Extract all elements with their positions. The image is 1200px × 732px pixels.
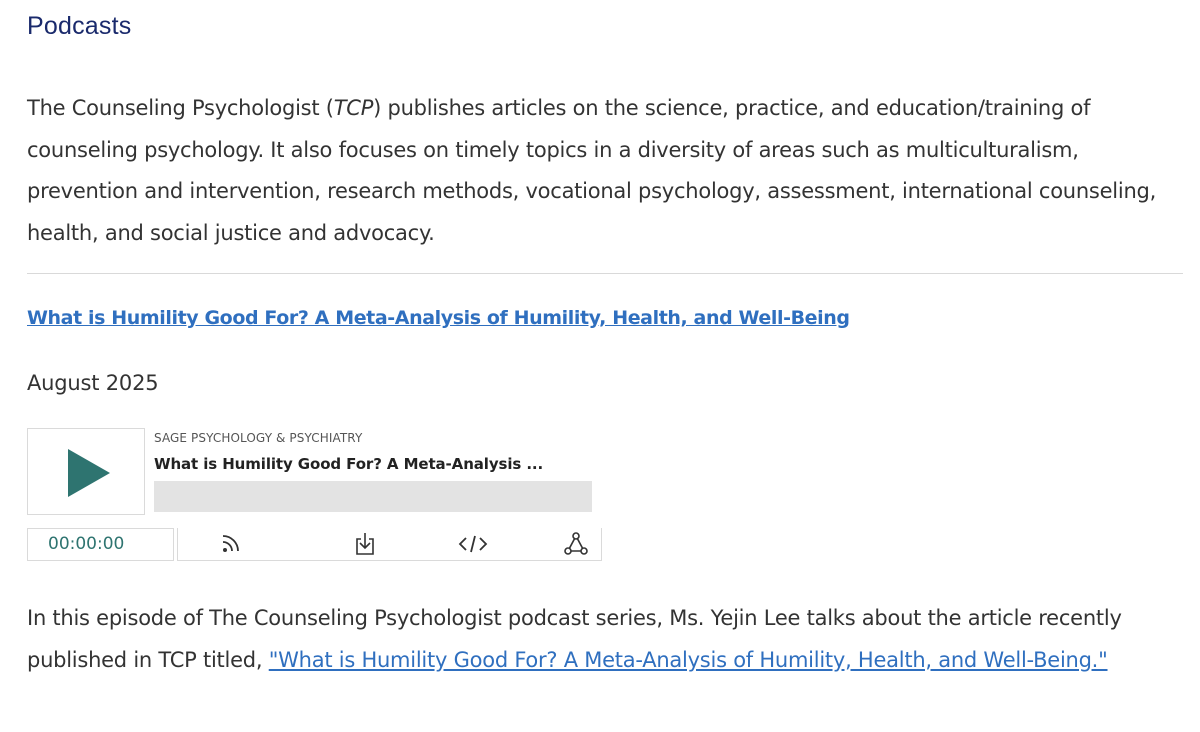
embed-code-icon: [458, 535, 488, 553]
description-article-link[interactable]: "What is Humility Good For? A Meta-Analy…: [269, 648, 1108, 672]
player-current-time: 00:00:00: [27, 528, 174, 561]
player-episode-title: What is Humility Good For? A Meta-Analys…: [154, 455, 544, 473]
embed-button[interactable]: [458, 531, 488, 557]
article-title-link[interactable]: What is Humility Good For? A Meta-Analys…: [27, 307, 850, 329]
rss-icon: [222, 535, 239, 552]
section-divider: [27, 273, 1183, 274]
play-icon: [68, 449, 110, 497]
player-progress-bar[interactable]: [154, 481, 592, 512]
intro-journal-abbrev: TCP: [333, 96, 374, 120]
intro-text-start: The Counseling Psychologist (: [27, 96, 334, 120]
episode-description: In this episode of The Counseling Psycho…: [27, 598, 1177, 681]
journal-intro: The Counseling Psychologist (TCP) publis…: [27, 88, 1177, 254]
rss-button[interactable]: [218, 531, 244, 557]
article-date: August 2025: [27, 371, 159, 395]
play-button[interactable]: [27, 428, 145, 515]
section-heading: Podcasts: [27, 12, 132, 40]
download-button[interactable]: [352, 531, 378, 557]
download-icon: [356, 533, 374, 555]
podcast-player: SAGE PSYCHOLOGY & PSYCHIATRY What is Hum…: [27, 428, 603, 562]
share-button[interactable]: [563, 531, 589, 557]
player-publisher: SAGE PSYCHOLOGY & PSYCHIATRY: [154, 431, 363, 445]
player-controls: [177, 528, 602, 561]
share-icon: [564, 532, 588, 555]
